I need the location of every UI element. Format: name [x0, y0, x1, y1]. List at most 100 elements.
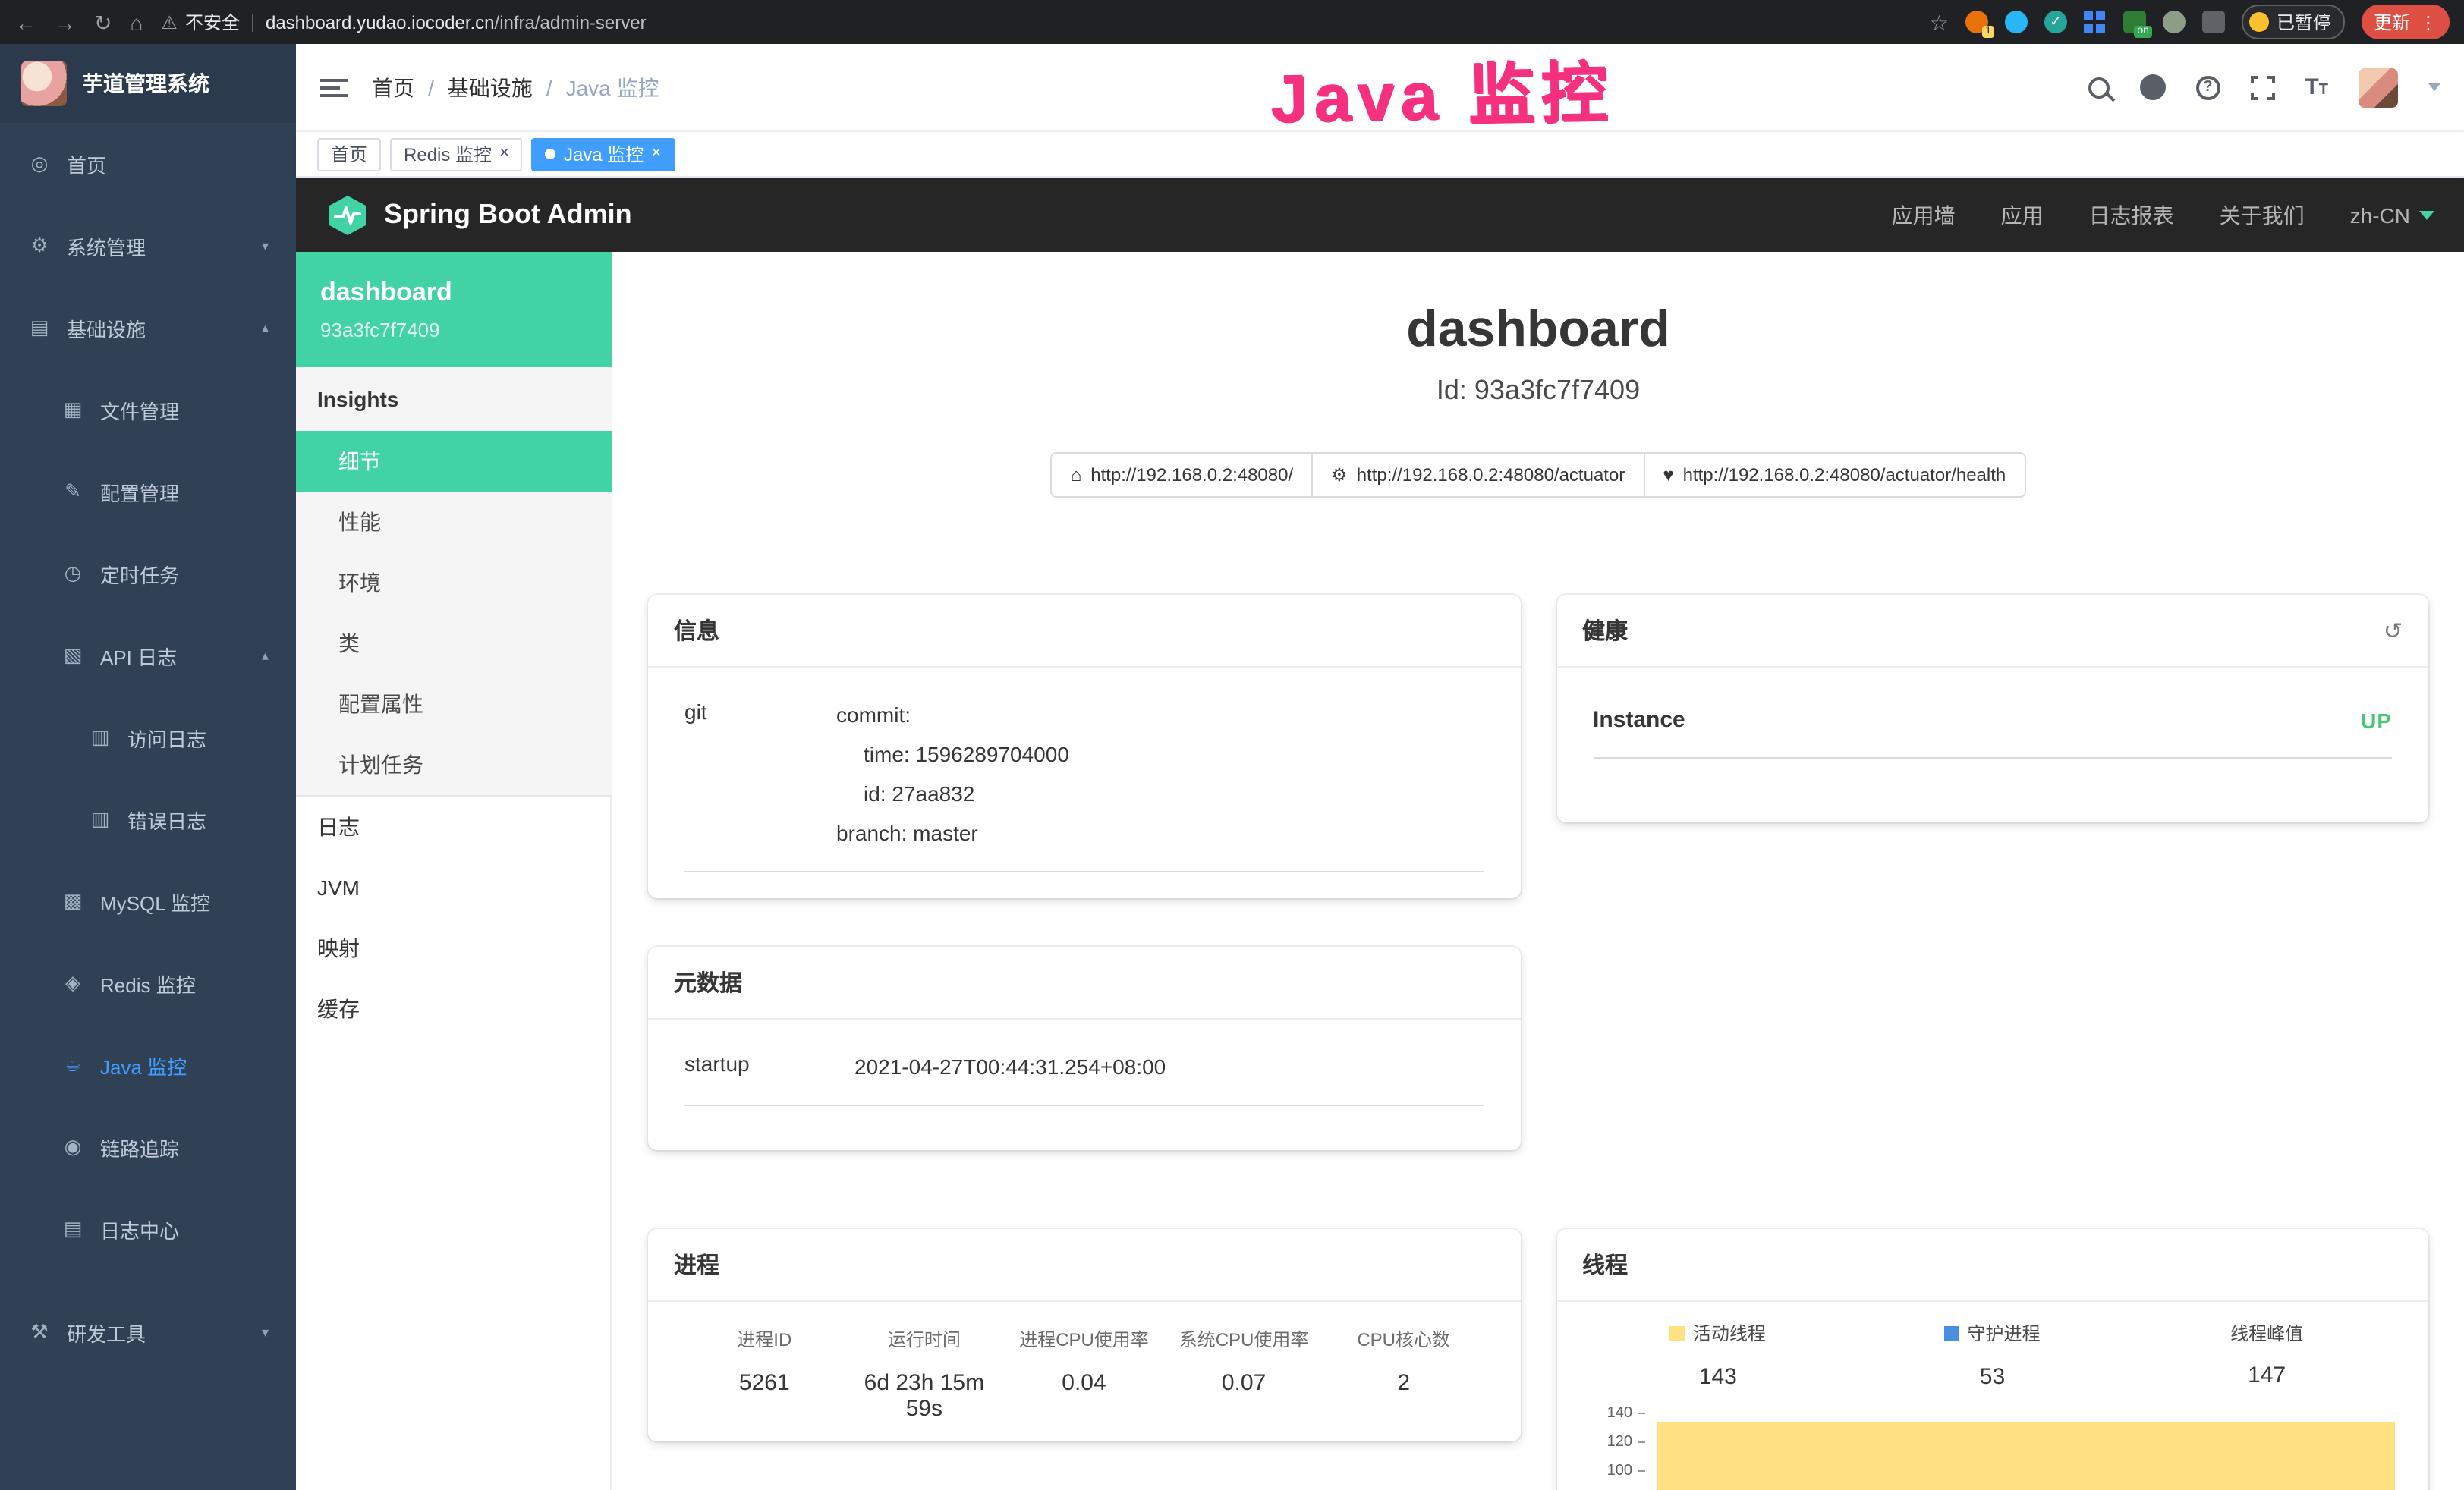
sidebar-item-home[interactable]: ◎ 首页 — [0, 123, 296, 205]
extensions-puzzle-icon[interactable] — [2202, 11, 2225, 33]
sba-item-caches[interactable]: 缓存 — [296, 979, 612, 1039]
breadcrumb-home[interactable]: 首页 — [372, 72, 414, 102]
tab-java[interactable]: Java 监控 × — [532, 137, 675, 171]
history-icon[interactable]: ↺ — [2384, 617, 2403, 644]
avatar[interactable] — [2359, 68, 2398, 107]
sba-item-environment[interactable]: 环境 — [296, 552, 612, 613]
sba-brand[interactable]: Spring Boot Admin — [326, 193, 632, 236]
extension-icon-check[interactable]: ✓ — [2044, 11, 2067, 33]
divider — [252, 13, 253, 31]
security-chip[interactable]: ⚠ 不安全 — [161, 9, 240, 35]
tools-icon: ⚒ — [27, 1320, 52, 1344]
sidebar-item-api-log[interactable]: ▧ API 日志 ▴ — [0, 615, 296, 696]
sba-nav-journal[interactable]: 日志报表 — [2089, 200, 2174, 230]
sidebar-item-infrastructure[interactable]: ▤ 基础设施 ▴ — [0, 287, 296, 369]
help-icon[interactable]: ? — [2195, 75, 2220, 99]
chevron-down-icon: ▾ — [262, 1324, 269, 1341]
process-col-uptime: 运行时间 6d 23h 15m 59s — [845, 1326, 1005, 1422]
sidebar-item-log-center[interactable]: ▤ 日志中心 — [0, 1188, 296, 1270]
hamburger-icon[interactable] — [320, 78, 348, 96]
log-center-icon: ▤ — [61, 1217, 85, 1241]
sba-nav-wallboard[interactable]: 应用墙 — [1892, 200, 1956, 230]
infrastructure-icon: ▤ — [27, 316, 52, 340]
legend-swatch-yellow — [1670, 1325, 1685, 1341]
sba-item-details[interactable]: 细节 — [296, 431, 612, 492]
browser-menu-icon[interactable]: ⋮ — [2419, 11, 2437, 33]
forward-icon[interactable]: → — [55, 11, 76, 33]
font-size-icon[interactable]: TT — [2305, 76, 2328, 99]
breadcrumb-infrastructure[interactable]: 基础设施 — [448, 72, 533, 102]
mysql-icon: ▩ — [61, 889, 85, 913]
smiley-icon — [2249, 12, 2269, 32]
locale-select[interactable]: zh-CN — [2350, 203, 2434, 227]
trace-icon: ◉ — [61, 1135, 85, 1159]
chevron-down-icon: ▾ — [262, 237, 269, 254]
chevron-down-icon[interactable] — [2428, 83, 2440, 91]
process-col-pid: 进程ID 5261 — [684, 1326, 845, 1422]
app-logo[interactable]: 芋道管理系统 — [0, 44, 296, 123]
sidebar-item-java[interactable]: ☕ Java 监控 — [0, 1024, 296, 1106]
search-icon[interactable] — [2088, 77, 2109, 98]
back-icon[interactable]: ← — [15, 11, 36, 33]
active-threads-area — [1657, 1421, 2395, 1490]
sba-nav-applications[interactable]: 应用 — [2001, 200, 2044, 230]
sidebar-item-jobs[interactable]: ◷ 定时任务 — [0, 533, 296, 615]
extension-icon-switch[interactable]: on — [2123, 11, 2146, 33]
process-col-sys-cpu: 系统CPU使用率 0.07 — [1164, 1326, 1324, 1422]
process-table: 进程ID 5261 运行时间 6d 23h 15m 59s — [684, 1326, 1484, 1441]
github-icon[interactable] — [2139, 74, 2165, 100]
sidebar-item-redis[interactable]: ◈ Redis 监控 — [0, 942, 296, 1024]
sba-nav-about[interactable]: 关于我们 — [2220, 200, 2305, 230]
chevron-up-icon: ▴ — [262, 319, 269, 336]
fullscreen-icon[interactable] — [2250, 75, 2274, 99]
threads-card: 线程 活动线程 1 — [1556, 1229, 2428, 1490]
logo-image — [21, 61, 67, 106]
security-label: 不安全 — [185, 9, 240, 35]
extension-row: ☆ 1 ✓ on 已暂停 更新 ⋮ — [1930, 5, 2450, 39]
close-icon[interactable]: × — [651, 146, 661, 162]
sba-item-logs[interactable]: 日志 — [296, 797, 612, 857]
link-health[interactable]: ♥ http://192.168.0.2:48080/actuator/heal… — [1643, 452, 2025, 498]
browser-home-icon[interactable]: ⌂ — [130, 11, 143, 33]
link-actuator[interactable]: ⚙ http://192.168.0.2:48080/actuator — [1311, 452, 1644, 498]
sba-item-config-props[interactable]: 配置属性 — [296, 674, 612, 734]
bookmark-star-icon[interactable]: ☆ — [1930, 11, 1949, 33]
health-card: 健康 ↺ Instance UP — [1556, 595, 2428, 822]
health-icon: ♥ — [1663, 464, 1673, 486]
screen: ← → ↻ ⌂ ⚠ 不安全 dashboard.yudao.iocoder.cn… — [0, 0, 2464, 1490]
tab-home[interactable]: 首页 — [317, 137, 381, 171]
close-icon[interactable]: × — [499, 146, 509, 162]
sidebar-item-dev-tools[interactable]: ⚒ 研发工具 ▾ — [0, 1291, 296, 1373]
sba-item-jvm[interactable]: JVM — [296, 857, 612, 918]
access-log-icon: ▥ — [88, 725, 112, 750]
url-host: dashboard.yudao.iocoder.cn — [266, 11, 495, 33]
sba-item-scheduled-tasks[interactable]: 计划任务 — [296, 734, 612, 795]
reload-icon[interactable]: ↻ — [94, 11, 112, 33]
legend-peak-threads: 线程峰值 147 — [2129, 1320, 2404, 1389]
extension-icon-grid[interactable] — [2084, 11, 2107, 33]
sba-item-metrics[interactable]: 性能 — [296, 492, 612, 552]
update-button[interactable]: 更新 ⋮ — [2362, 5, 2450, 39]
sidebar-item-files[interactable]: ▦ 文件管理 — [0, 369, 296, 451]
extension-icon-drop[interactable] — [2005, 11, 2028, 33]
tab-redis[interactable]: Redis 监控 × — [390, 137, 523, 171]
sidebar-item-mysql[interactable]: ▩ MySQL 监控 — [0, 860, 296, 942]
sba-item-classes[interactable]: 类 — [296, 613, 612, 674]
link-root[interactable]: ⌂ http://192.168.0.2:48080/ — [1051, 452, 1313, 498]
metadata-value: 2021-04-27T00:44:31.254+08:00 — [854, 1047, 1484, 1086]
redis-icon: ◈ — [61, 971, 85, 995]
extension-icon-leaf[interactable] — [2163, 11, 2186, 33]
sidebar-item-config[interactable]: ✎ 配置管理 — [0, 451, 296, 533]
sba-navbar: Spring Boot Admin 应用墙 应用 日志报表 关于我们 zh-CN — [296, 178, 2464, 252]
sidebar-item-access-log[interactable]: ▥ 访问日志 — [0, 696, 296, 778]
address-bar[interactable]: ⚠ 不安全 dashboard.yudao.iocoder.cn/infra/a… — [161, 9, 1911, 35]
sba-item-mappings[interactable]: 映射 — [296, 918, 612, 979]
sidebar-item-trace[interactable]: ◉ 链路追踪 — [0, 1106, 296, 1188]
sidebar-item-system[interactable]: ⚙ 系统管理 ▾ — [0, 205, 296, 287]
paused-chip[interactable]: 已暂停 — [2242, 5, 2345, 39]
instance-header: dashboard 93a3fc7f7409 — [296, 252, 612, 367]
info-key: git — [684, 695, 836, 853]
gear-icon: ⚙ — [27, 234, 52, 258]
sidebar-item-error-log[interactable]: ▥ 错误日志 — [0, 778, 296, 860]
extension-icon-orange[interactable]: 1 — [1965, 11, 1988, 33]
